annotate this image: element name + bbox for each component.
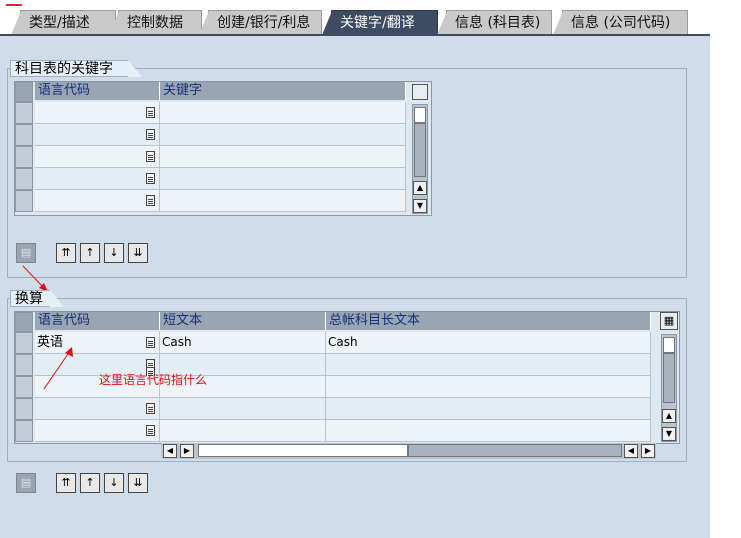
language-code-cell[interactable] — [35, 124, 160, 146]
scroll-thumb-top[interactable] — [663, 337, 675, 353]
h-scroll-thumb[interactable] — [198, 444, 408, 457]
row-selector[interactable] — [15, 124, 33, 146]
value-help-icon[interactable] — [146, 425, 155, 436]
row-selector[interactable] — [15, 376, 33, 398]
language-code-cell[interactable] — [35, 398, 160, 420]
scroll-first-page-icon[interactable]: ⇈ — [56, 473, 76, 493]
column-header-keyword[interactable]: 关键字 — [160, 82, 406, 100]
scroll-right-button[interactable]: ▶ — [180, 444, 194, 458]
tab-type-description[interactable]: 类型/描述 — [11, 10, 116, 35]
select-all-cell[interactable] — [15, 82, 33, 102]
keyword-cell[interactable] — [160, 124, 406, 146]
tab-info-chart-of-accounts[interactable]: 信息 (科目表) — [437, 10, 552, 35]
scroll-page-up-icon[interactable]: ↑ — [80, 473, 100, 493]
tab-create-bank-interest[interactable]: 创建/银行/利息 — [199, 10, 322, 35]
scroll-down-button[interactable]: ▼ — [413, 199, 427, 213]
row-selector[interactable] — [15, 168, 33, 190]
scroll-thumb[interactable] — [663, 353, 675, 403]
row-selector[interactable] — [15, 102, 33, 124]
column-header-language[interactable]: 语言代码 — [35, 82, 160, 100]
value-help-icon[interactable] — [146, 129, 155, 140]
translation-horizontal-scrollbar[interactable]: ◀ ▶ ◀ ▶ — [161, 443, 656, 459]
long-text-cell[interactable] — [326, 376, 651, 398]
row-selector[interactable] — [15, 398, 33, 420]
scroll-page-up-icon[interactable]: ↑ — [80, 243, 100, 263]
short-text-cell[interactable] — [160, 420, 326, 442]
translation-vertical-scrollbar[interactable]: ▲ ▼ — [661, 334, 677, 442]
scroll-up-button[interactable]: ▲ — [662, 409, 676, 423]
row-selector[interactable] — [15, 146, 33, 168]
scroll-right-button[interactable]: ▶ — [641, 444, 655, 458]
value-help-icon[interactable] — [146, 403, 155, 414]
scroll-up-button[interactable]: ▲ — [413, 181, 427, 195]
language-code-cell[interactable] — [35, 168, 160, 190]
scroll-page-down-icon[interactable]: ↓ — [104, 243, 124, 263]
scroll-page-down-icon[interactable]: ↓ — [104, 473, 124, 493]
value-help-icon[interactable] — [146, 173, 155, 184]
corner-mark — [6, 4, 22, 6]
scroll-thumb-top[interactable] — [414, 107, 426, 123]
row-details-button[interactable]: ▤ — [16, 243, 36, 263]
table-settings-icon[interactable]: ▦ — [660, 312, 678, 330]
column-header-long-text[interactable]: 总帐科目长文本 — [326, 312, 651, 330]
value-help-icon[interactable] — [146, 151, 155, 162]
long-text-cell[interactable] — [326, 354, 651, 376]
keyword-cell[interactable] — [160, 190, 406, 212]
tab-info-company-code[interactable]: 信息 (公司代码) — [553, 10, 688, 35]
row-details-button[interactable]: ▤ — [16, 473, 36, 493]
row-selector[interactable] — [15, 354, 33, 376]
keyword-cell[interactable] — [160, 168, 406, 190]
scroll-first-page-icon[interactable]: ⇈ — [56, 243, 76, 263]
language-code-cell[interactable] — [35, 102, 160, 124]
value-help-icon[interactable] — [146, 337, 155, 348]
value-help-icon[interactable] — [146, 195, 155, 206]
keywords-vertical-scrollbar[interactable]: ▲ ▼ — [412, 104, 428, 214]
keyword-cell[interactable] — [160, 102, 406, 124]
long-text-cell[interactable]: Cash — [326, 332, 651, 354]
row-selector[interactable] — [15, 420, 33, 442]
language-code-cell[interactable] — [35, 190, 160, 212]
row-selector[interactable] — [15, 332, 33, 354]
long-text-cell[interactable] — [326, 398, 651, 420]
h-scroll-track[interactable] — [408, 444, 622, 457]
value-help-icon[interactable] — [146, 107, 155, 118]
translation-group-title: 换算 — [10, 290, 64, 307]
column-header-language[interactable]: 语言代码 — [35, 312, 160, 330]
table-config-button[interactable] — [412, 84, 428, 100]
short-text-cell[interactable]: Cash — [160, 332, 326, 354]
column-header-short-text[interactable]: 短文本 — [160, 312, 326, 330]
row-selector[interactable] — [15, 190, 33, 212]
language-code-cell[interactable] — [35, 420, 160, 442]
scroll-last-page-icon[interactable]: ⇊ — [128, 243, 148, 263]
keywords-table: 语言代码 关键字 ▲ ▼ — [14, 81, 432, 216]
keyword-cell[interactable] — [160, 146, 406, 168]
language-code-cell[interactable] — [35, 146, 160, 168]
tab-control-data[interactable]: 控制数据 — [109, 10, 202, 35]
keywords-group-title: 科目表的关键字 — [10, 60, 142, 77]
scroll-left-button[interactable]: ◀ — [163, 444, 177, 458]
long-text-cell[interactable] — [326, 420, 651, 442]
scroll-thumb[interactable] — [414, 123, 426, 177]
scroll-last-page-icon[interactable]: ⇊ — [128, 473, 148, 493]
scroll-down-button[interactable]: ▼ — [662, 427, 676, 441]
select-all-cell[interactable] — [15, 312, 33, 332]
tab-keywords-translation[interactable]: 关键字/翻译 — [322, 10, 438, 35]
annotation-arrow — [43, 347, 73, 390]
short-text-cell[interactable] — [160, 398, 326, 420]
scroll-left-button[interactable]: ◀ — [624, 444, 638, 458]
tab-bar: 类型/描述 控制数据 创建/银行/利息 关键字/翻译 信息 (科目表) 信息 (… — [0, 10, 741, 36]
annotation-text: 这里语言代码指什么 — [99, 373, 208, 387]
